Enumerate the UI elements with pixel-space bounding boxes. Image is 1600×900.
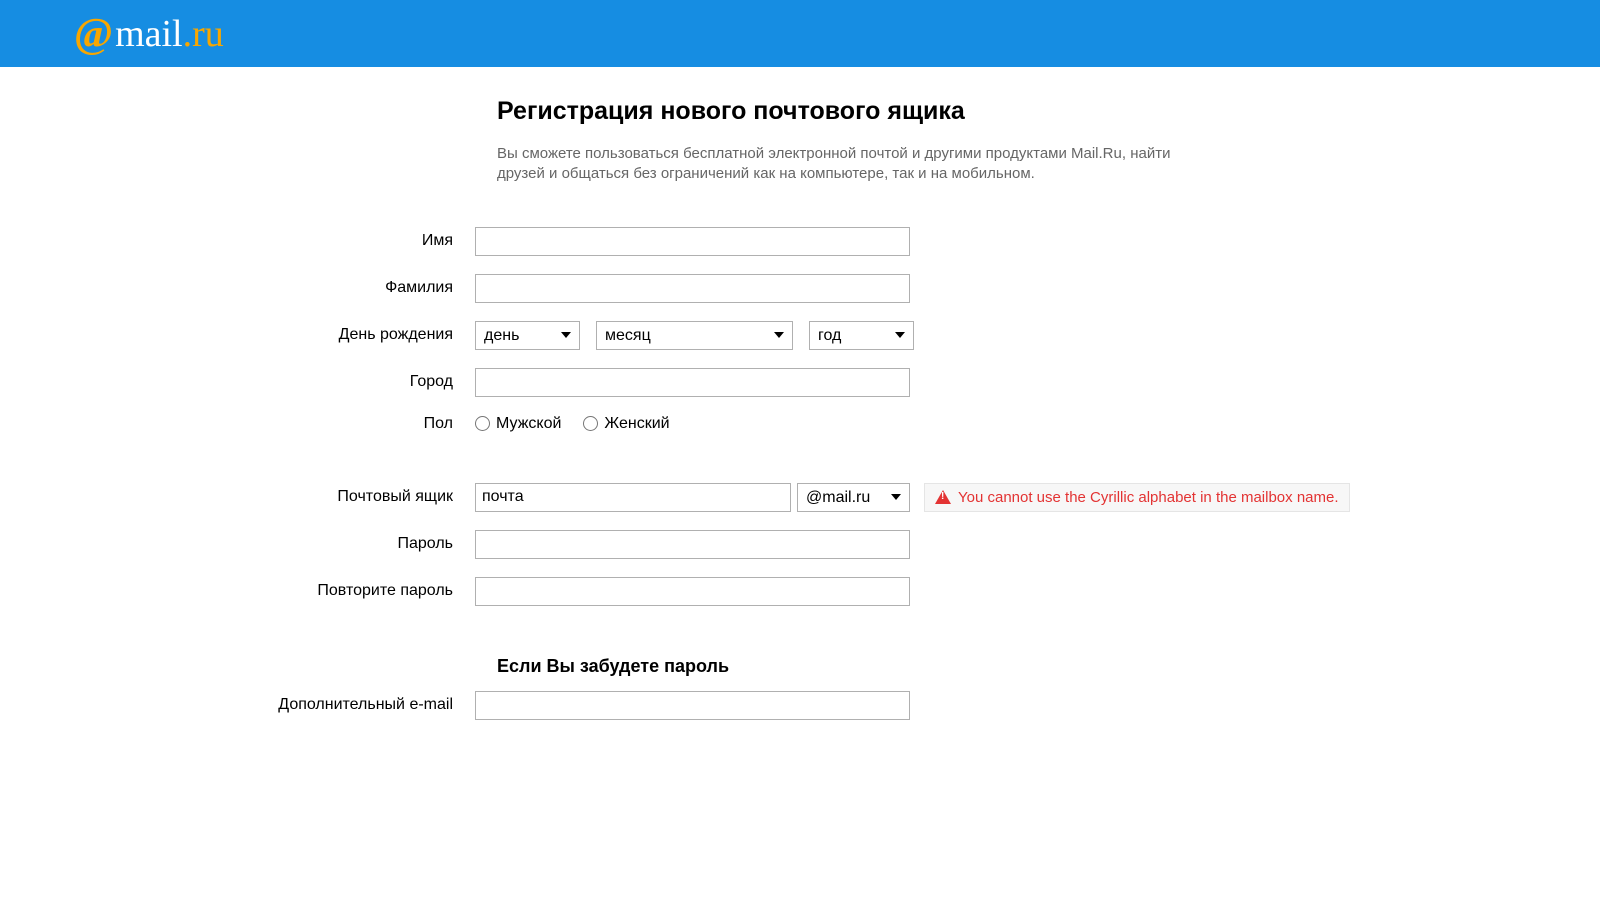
password-repeat-label: Повторите пароль <box>0 582 475 600</box>
city-row: Город <box>0 368 1600 397</box>
gender-female-option[interactable]: Женский <box>583 415 669 433</box>
gender-male-option[interactable]: Мужской <box>475 415 561 433</box>
gender-row: Пол Мужской Женский <box>0 415 1600 433</box>
mailbox-domain-select[interactable]: @mail.ru <box>797 483 910 512</box>
gender-male-radio[interactable] <box>475 416 490 431</box>
gender-label: Пол <box>0 415 475 433</box>
birthday-month-select[interactable]: месяц <box>596 321 793 350</box>
mailbox-error-message: You cannot use the Cyrillic alphabet in … <box>924 483 1350 512</box>
city-input[interactable] <box>475 368 910 397</box>
extra-email-label: Дополнительный e-mail <box>0 696 475 714</box>
gender-male-label: Мужской <box>496 415 561 433</box>
logo-at-symbol: @ <box>74 10 113 58</box>
logo-mail-text: mail <box>115 12 183 56</box>
mailbox-label: Почтовый ящик <box>0 488 475 506</box>
first-name-label: Имя <box>0 232 475 250</box>
page-header: @ mail .ru <box>0 0 1600 67</box>
password-input[interactable] <box>475 530 910 559</box>
birthday-year-select[interactable]: год <box>809 321 914 350</box>
mailbox-input[interactable] <box>475 483 791 512</box>
page-title: Регистрация нового почтового ящика <box>497 97 1600 126</box>
mailbox-row: Почтовый ящик @mail.ru You cannot use th… <box>0 483 1600 512</box>
mailru-logo[interactable]: @ mail .ru <box>74 10 224 58</box>
error-text: You cannot use the Cyrillic alphabet in … <box>958 489 1339 506</box>
password-repeat-row: Повторите пароль <box>0 577 1600 606</box>
recovery-section-title: Если Вы забудете пароль <box>497 656 1600 677</box>
extra-email-row: Дополнительный e-mail <box>0 691 1600 720</box>
first-name-input[interactable] <box>475 227 910 256</box>
last-name-label: Фамилия <box>0 279 475 297</box>
extra-email-input[interactable] <box>475 691 910 720</box>
warning-icon <box>935 490 951 504</box>
password-label: Пароль <box>0 535 475 553</box>
last-name-row: Фамилия <box>0 274 1600 303</box>
birthday-day-select[interactable]: день <box>475 321 580 350</box>
password-repeat-input[interactable] <box>475 577 910 606</box>
birthday-row: День рождения день месяц год <box>0 321 1600 350</box>
city-label: Город <box>0 373 475 391</box>
last-name-input[interactable] <box>475 274 910 303</box>
gender-female-label: Женский <box>604 415 669 433</box>
logo-ru-text: .ru <box>183 12 224 56</box>
first-name-row: Имя <box>0 227 1600 256</box>
main-content: Регистрация нового почтового ящика Вы см… <box>0 67 1600 720</box>
password-row: Пароль <box>0 530 1600 559</box>
birthday-label: День рождения <box>0 326 475 344</box>
gender-female-radio[interactable] <box>583 416 598 431</box>
page-subtitle: Вы сможете пользоваться бесплатной элект… <box>497 144 1197 185</box>
